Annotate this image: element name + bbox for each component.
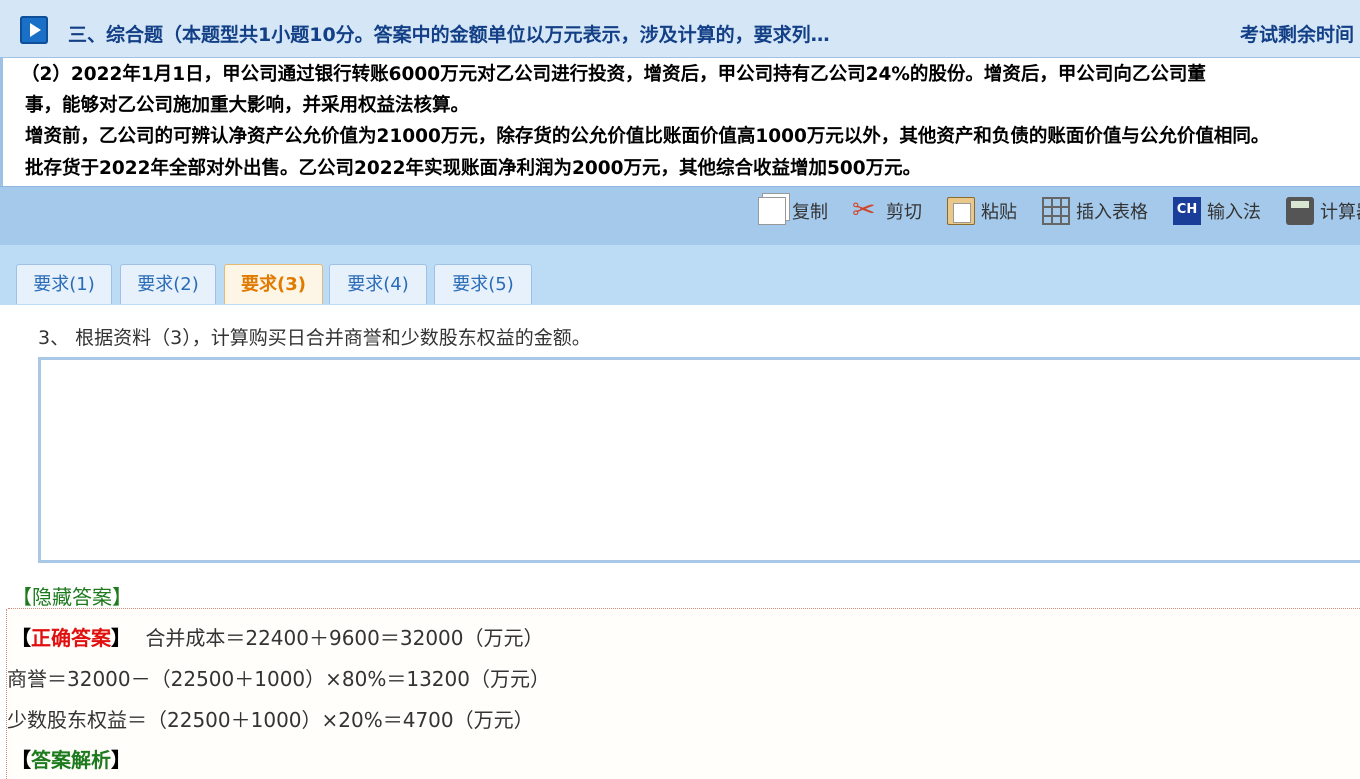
correct-answer-line: 【正确答案】 合并成本＝22400＋9600＝32000（万元）	[11, 622, 544, 651]
correct-answer-label: 正确答案	[31, 626, 111, 650]
editor-toolbar: 复制 剪切 粘贴 插入表格 CH 输入法 计算器	[0, 186, 1360, 245]
material-line: 事，能够对乙公司施加重大影响，并采用权益法核算。	[25, 95, 470, 116]
question-text: 3、 根据资料（3），计算购买日合并商誉和少数股东权益的金额。	[38, 327, 591, 349]
tab-requirement-2[interactable]: 要求(2)	[120, 264, 216, 304]
insert-table-label: 插入表格	[1076, 202, 1148, 223]
table-icon	[1042, 197, 1070, 225]
material-line: 批存货于2022年全部对外出售。乙公司2022年实现账面净利润为2000万元，其…	[25, 158, 922, 179]
answer-line-3: 少数股东权益＝（22500＋1000）×20%＝4700（万元）	[7, 708, 534, 732]
tab-requirement-1[interactable]: 要求(1)	[16, 264, 112, 304]
requirement-tabs: 要求(1) 要求(2) 要求(3) 要求(4) 要求(5)	[0, 245, 1360, 305]
keyboard-ch-icon: CH	[1173, 197, 1201, 225]
tab-requirement-3[interactable]: 要求(3)	[224, 264, 323, 304]
calculator-button[interactable]: 计算器	[1286, 195, 1360, 227]
material-line: （2）2022年1月1日，甲公司通过银行转账6000万元对乙公司进行投资，增资后…	[21, 64, 1206, 85]
tab-requirement-5[interactable]: 要求(5)	[434, 264, 532, 304]
cut-label: 剪切	[886, 202, 922, 223]
answer-line-1: 合并成本＝22400＋9600＝32000（万元）	[145, 626, 544, 650]
exam-timer-label: 考试剩余时间	[1240, 24, 1355, 46]
analysis-label: 答案解析	[31, 748, 111, 772]
calculator-icon	[1286, 197, 1314, 225]
case-material: （2）2022年1月1日，甲公司通过银行转账6000万元对乙公司进行投资，增资后…	[0, 58, 1360, 186]
input-method-button[interactable]: CH 输入法	[1173, 195, 1261, 227]
bracket: 】	[111, 748, 131, 772]
input-method-label: 输入法	[1207, 202, 1261, 223]
insert-table-button[interactable]: 插入表格	[1042, 195, 1148, 227]
cut-button[interactable]: 剪切	[852, 193, 922, 227]
material-line: 增资前，乙公司的可辨认净资产公允价值为21000万元，除存货的公允价值比账面价值…	[25, 126, 1270, 147]
answer-line-2: 商誉＝32000－（22500＋1000）×80%＝13200（万元）	[7, 667, 550, 691]
tab-requirement-4[interactable]: 要求(4)	[329, 264, 427, 304]
copy-label: 复制	[792, 202, 828, 223]
paste-label: 粘贴	[981, 202, 1017, 223]
play-icon[interactable]	[20, 16, 48, 44]
paste-button[interactable]: 粘贴	[947, 195, 1017, 227]
answer-panel: 【正确答案】 合并成本＝22400＋9600＝32000（万元） 商誉＝3200…	[6, 609, 1360, 779]
bracket: 【	[11, 626, 31, 650]
clipboard-icon	[947, 197, 975, 225]
scissors-icon	[852, 193, 880, 226]
copy-button[interactable]: 复制	[758, 195, 828, 227]
hide-answer-link[interactable]: 【隐藏答案】	[12, 581, 132, 610]
copy-icon	[758, 197, 786, 225]
calculator-label: 计算器	[1320, 202, 1360, 223]
question-header: 三、综合题（本题型共1小题10分。答案中的金额单位以万元表示，涉及计算的，要求列…	[0, 0, 1360, 58]
answer-analysis-heading: 【答案解析】	[11, 744, 131, 773]
bracket: 【	[11, 748, 31, 772]
section-title: 三、综合题（本题型共1小题10分。答案中的金额单位以万元表示，涉及计算的，要求列…	[68, 24, 830, 46]
bracket: 】	[111, 626, 131, 650]
answer-input[interactable]	[38, 357, 1360, 563]
